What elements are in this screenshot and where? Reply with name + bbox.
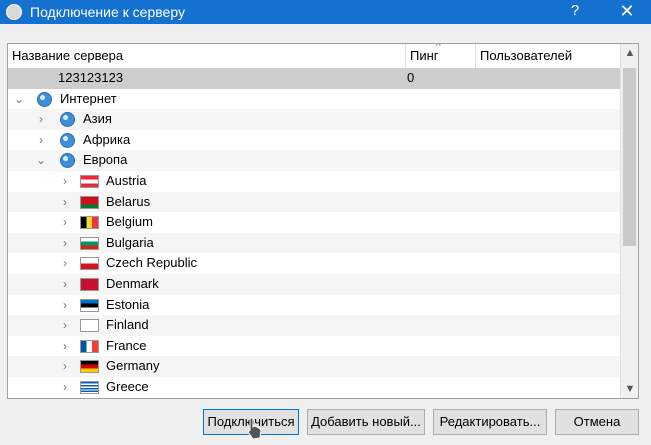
tree-item-label: Азия xyxy=(83,111,112,127)
tree-row-country[interactable]: › Denmark xyxy=(8,273,620,295)
tree-row-country[interactable]: › Finland xyxy=(8,315,620,336)
tree-row-internet[interactable]: ⌄ Интернет xyxy=(8,89,620,110)
server-tree[interactable]: Название сервера Пинг Пользователей ^ 12… xyxy=(7,43,639,399)
tree-item-label: Африка xyxy=(83,131,131,147)
flag-france-icon xyxy=(80,339,99,353)
tree-row-asia[interactable]: › Азия xyxy=(8,109,620,130)
tree-row-country[interactable]: › Belgium xyxy=(8,212,620,233)
edit-button[interactable]: Редактировать... xyxy=(433,409,547,435)
chevron-right-icon[interactable]: › xyxy=(58,253,72,274)
tree-row-country[interactable]: › Estonia xyxy=(8,295,620,316)
chevron-right-icon[interactable]: › xyxy=(58,212,72,233)
flag-belarus-icon xyxy=(80,195,99,209)
tree-row-europe[interactable]: ⌄ Европа xyxy=(8,150,620,171)
tree-rows: 123123123 0 ⌄ Интернет › Азия › Африка ⌄… xyxy=(8,68,620,398)
tree-row-country[interactable]: › Czech Republic xyxy=(8,253,620,274)
flag-czech-republic-icon xyxy=(80,257,99,271)
country-label: Denmark xyxy=(106,275,159,291)
chevron-down-icon[interactable]: ⌄ xyxy=(34,150,48,171)
country-label: Austria xyxy=(106,172,147,188)
scrollbar-thumb[interactable] xyxy=(623,68,636,246)
hand-cursor-icon xyxy=(247,417,262,440)
scroll-up-arrow-icon[interactable]: ▲ xyxy=(621,44,638,62)
flag-greece-icon xyxy=(80,380,99,394)
app-icon xyxy=(6,4,22,20)
chevron-right-icon[interactable]: › xyxy=(34,109,48,130)
add-new-button[interactable]: Добавить новый... xyxy=(307,409,425,435)
chevron-right-icon[interactable]: › xyxy=(58,233,72,254)
country-label: Bulgaria xyxy=(106,234,154,250)
country-label: Greece xyxy=(106,378,149,394)
flag-estonia-icon xyxy=(80,298,99,312)
tree-row-custom-server[interactable]: 123123123 0 xyxy=(8,68,620,89)
country-label: Finland xyxy=(106,317,149,333)
tree-row-country[interactable]: › France xyxy=(8,336,620,357)
server-ping: 0 xyxy=(407,70,415,85)
cancel-button[interactable]: Отмена xyxy=(555,409,639,435)
globe-icon xyxy=(60,112,75,128)
vertical-scrollbar[interactable]: ▲ ▼ xyxy=(620,44,638,398)
sort-ascending-icon: ^ xyxy=(436,43,441,52)
tree-row-country[interactable]: › Belarus xyxy=(8,191,620,213)
window-title: Подключение к серверу xyxy=(30,4,185,20)
chevron-right-icon[interactable]: › xyxy=(58,171,72,192)
column-header-ping[interactable]: Пинг xyxy=(406,44,476,68)
tree-item-label: Интернет xyxy=(60,90,117,106)
tree-row-africa[interactable]: › Африка xyxy=(8,130,620,151)
chevron-down-icon[interactable]: ⌄ xyxy=(12,89,26,110)
chevron-right-icon[interactable]: › xyxy=(34,130,48,151)
tree-row-country[interactable]: › Bulgaria xyxy=(8,232,620,254)
flag-denmark-icon xyxy=(80,277,99,291)
column-header-users[interactable]: Пользователей xyxy=(476,44,620,68)
server-name: 123123123 xyxy=(58,70,124,85)
globe-icon xyxy=(60,132,75,148)
globe-icon xyxy=(37,91,52,107)
flag-austria-icon xyxy=(80,174,99,188)
chevron-right-icon[interactable]: › xyxy=(58,377,72,398)
chevron-right-icon[interactable]: › xyxy=(58,336,72,357)
title-bar: Подключение к серверу ? ✕ xyxy=(0,0,651,24)
chevron-right-icon[interactable]: › xyxy=(58,356,72,377)
chevron-right-icon[interactable]: › xyxy=(58,315,72,336)
flag-belgium-icon xyxy=(80,216,99,230)
chevron-right-icon[interactable]: › xyxy=(58,295,72,316)
help-button[interactable]: ? xyxy=(565,0,585,24)
tree-header: Название сервера Пинг Пользователей ^ xyxy=(8,44,620,69)
tree-item-label: Европа xyxy=(83,152,128,168)
flag-germany-icon xyxy=(80,360,99,374)
chevron-right-icon[interactable]: › xyxy=(58,192,72,213)
globe-icon xyxy=(60,153,75,169)
country-label: Belarus xyxy=(106,193,151,209)
country-label: Czech Republic xyxy=(106,255,198,271)
chevron-right-icon[interactable]: › xyxy=(58,274,72,295)
column-header-name[interactable]: Название сервера xyxy=(8,44,406,68)
scroll-down-arrow-icon[interactable]: ▼ xyxy=(621,380,638,398)
tree-row-country[interactable]: › Austria xyxy=(8,171,620,192)
tree-row-country[interactable]: › Germany xyxy=(8,356,620,377)
country-label: Belgium xyxy=(106,214,153,230)
country-label: France xyxy=(106,337,147,353)
flag-bulgaria-icon xyxy=(80,236,99,250)
country-label: Estonia xyxy=(106,296,150,312)
close-button[interactable]: ✕ xyxy=(614,0,640,24)
tree-row-country[interactable]: › Greece xyxy=(8,377,620,398)
flag-finland-icon xyxy=(80,319,99,333)
country-label: Germany xyxy=(106,358,160,374)
